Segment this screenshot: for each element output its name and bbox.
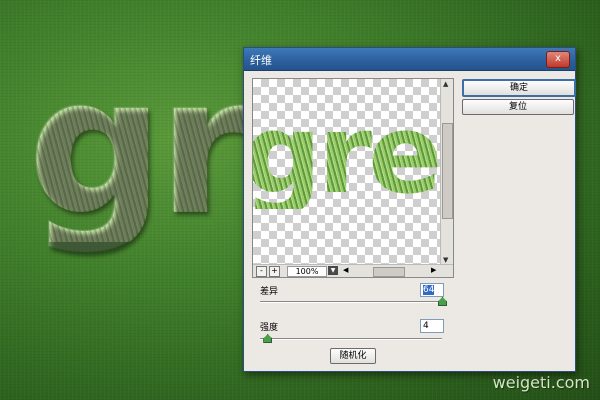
reset-button[interactable]: 复位 — [462, 99, 574, 115]
scroll-left-icon[interactable]: ◀ — [343, 266, 348, 274]
variance-input[interactable]: 64 — [420, 283, 444, 297]
variance-label: 差异 — [260, 287, 279, 297]
strength-value: 4 — [423, 321, 429, 331]
vertical-scroll-thumb[interactable] — [442, 123, 453, 219]
preview-text: green — [253, 99, 441, 209]
randomize-button[interactable]: 随机化 — [330, 348, 376, 364]
ok-button[interactable]: 确定 — [462, 79, 576, 97]
strength-label: 强度 — [260, 323, 279, 333]
vertical-scrollbar[interactable]: ▲ ▼ — [440, 79, 453, 265]
preview-canvas[interactable]: green — [253, 79, 441, 265]
zoom-bar: - + 100% ▼ ◀ ▶ — [253, 264, 453, 277]
variance-value: 64 — [423, 285, 435, 295]
zoom-out-button[interactable]: - — [256, 266, 267, 277]
watermark: weigeti.com — [492, 373, 590, 392]
variance-slider-thumb[interactable] — [438, 297, 447, 306]
fibers-filter-dialog: 纤维 x green ▲ ▼ - + 100% ▼ ◀ ▶ 确定 复位 差异 6… — [243, 47, 576, 372]
zoom-in-button[interactable]: + — [269, 266, 280, 277]
strength-slider-thumb[interactable] — [263, 334, 273, 343]
variance-slider-track[interactable] — [260, 301, 442, 303]
zoom-dropdown-icon[interactable]: ▼ — [328, 266, 338, 275]
zoom-level: 100% — [287, 266, 327, 277]
strength-slider-track[interactable] — [260, 338, 442, 340]
scroll-down-icon[interactable]: ▼ — [443, 256, 448, 264]
horizontal-scroll-thumb[interactable] — [373, 267, 405, 277]
strength-input[interactable]: 4 — [420, 319, 444, 333]
scroll-right-icon[interactable]: ▶ — [431, 266, 436, 274]
preview-panel: green ▲ ▼ - + 100% ▼ ◀ ▶ — [252, 78, 454, 278]
dialog-titlebar[interactable]: 纤维 x — [244, 48, 575, 71]
close-button[interactable]: x — [546, 51, 570, 68]
scroll-up-icon[interactable]: ▲ — [443, 80, 448, 88]
dialog-title: 纤维 — [250, 54, 272, 67]
